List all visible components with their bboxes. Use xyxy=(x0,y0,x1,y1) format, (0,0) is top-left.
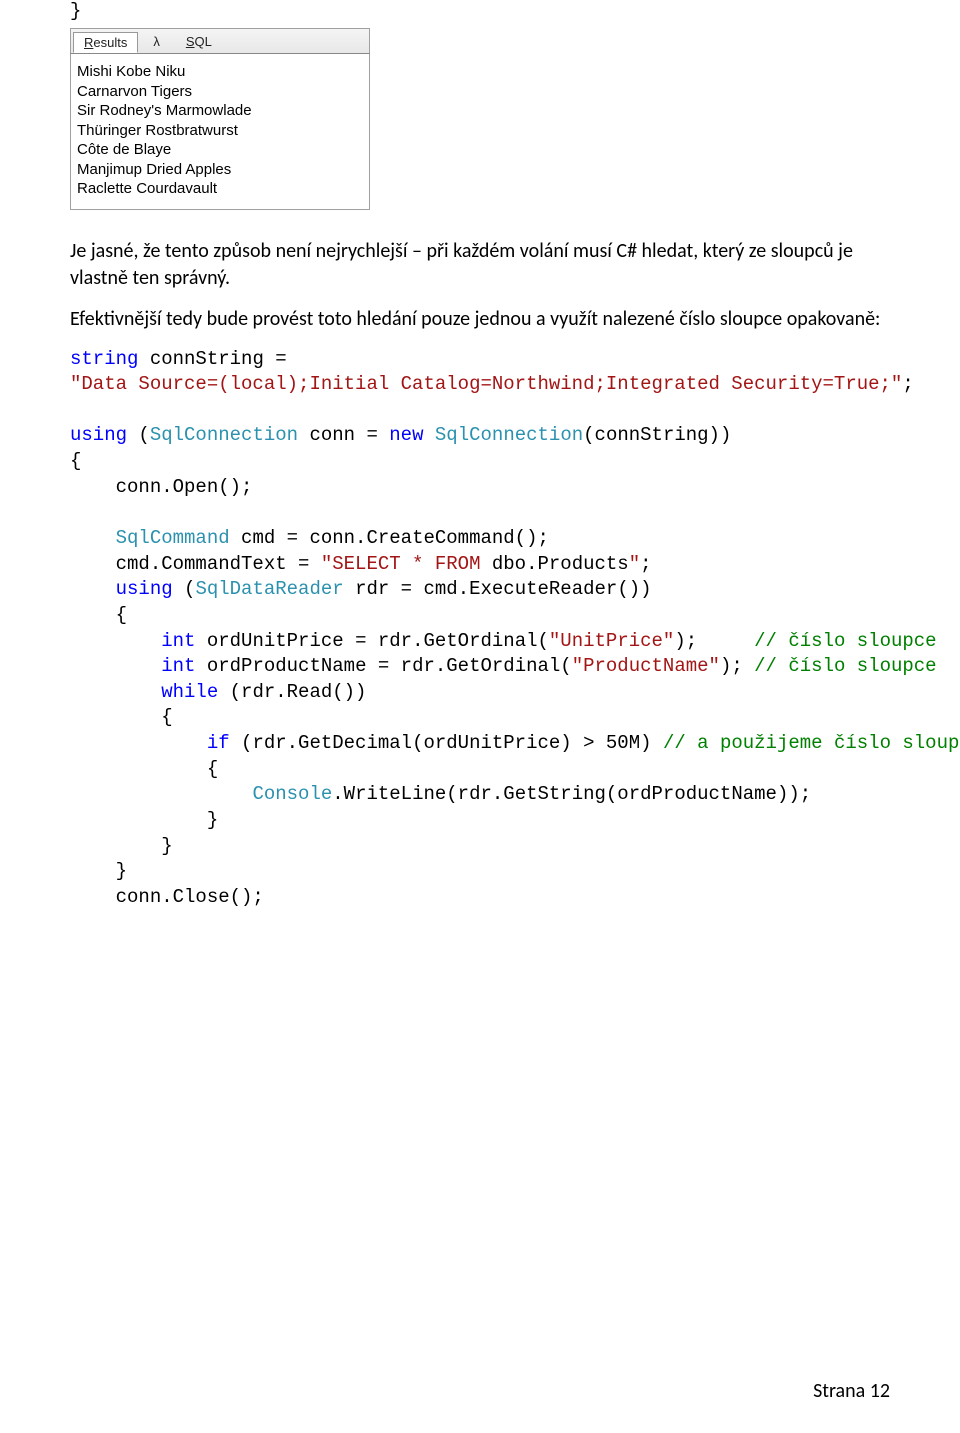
result-pane: Mishi Kobe Niku Carnarvon Tigers Sir Rod… xyxy=(70,54,370,210)
tabs-bar: Results λ SQL xyxy=(70,28,370,54)
result-line: Carnarvon Tigers xyxy=(77,82,363,102)
paragraph-2: Efektivnější tedy bude provést toto hled… xyxy=(70,306,890,333)
tab-lambda[interactable]: λ xyxy=(142,31,171,52)
top-brace: } xyxy=(70,0,890,22)
results-window: Results λ SQL Mishi Kobe Niku Carnarvon … xyxy=(70,28,370,210)
cmd-text-3: " xyxy=(629,553,640,575)
page-footer: Strana 12 xyxy=(813,1379,890,1403)
result-line: Raclette Courdavault xyxy=(77,179,363,199)
tab-sql-rest: QL xyxy=(195,34,212,49)
cmd-text-2: dbo.Products xyxy=(492,553,629,575)
fifty-literal: 50M xyxy=(606,732,640,754)
tab-sql[interactable]: SQL xyxy=(175,31,223,52)
result-line: Thüringer Rostbratwurst xyxy=(77,121,363,141)
unit-price-literal: "UnitPrice" xyxy=(549,630,674,652)
result-line: Mishi Kobe Niku xyxy=(77,62,363,82)
paragraph-1: Je jasné, že tento způsob není nejrychle… xyxy=(70,238,890,292)
conn-string-literal: "Data Source=(local);Initial Catalog=Nor… xyxy=(70,373,902,395)
product-name-literal: "ProductName" xyxy=(572,655,720,677)
result-line: Sir Rodney's Marmowlade xyxy=(77,101,363,121)
comment-3: // a použijeme číslo sloupce xyxy=(663,732,960,754)
comment-1: // číslo sloupce xyxy=(754,630,936,652)
code-block: string connString = "Data Source=(local)… xyxy=(70,347,890,911)
result-line: Côte de Blaye xyxy=(77,140,363,160)
tab-results[interactable]: Results xyxy=(73,32,138,53)
result-line: Manjimup Dried Apples xyxy=(77,160,363,180)
cmd-text-1: "SELECT * FROM xyxy=(321,553,492,575)
comment-2: // číslo sloupce xyxy=(754,655,936,677)
tab-results-rest: esults xyxy=(93,35,127,50)
